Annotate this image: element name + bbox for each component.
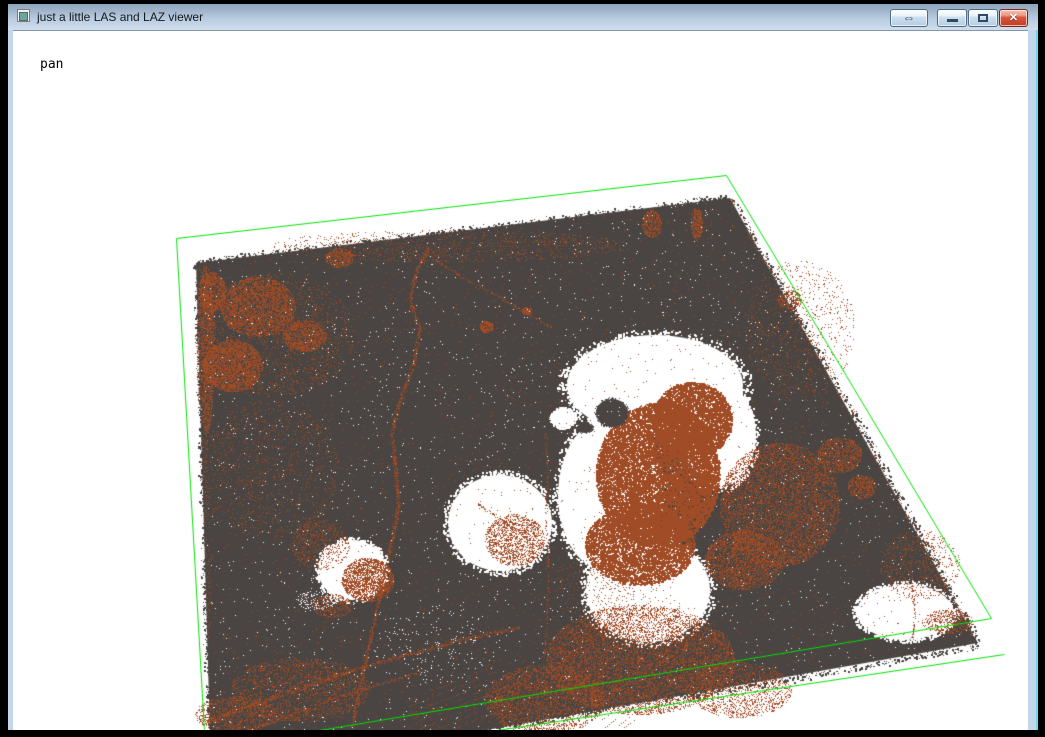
viewer-client-area: pan (13, 31, 1028, 730)
resize-toggle-button[interactable]: ⇔ (890, 9, 928, 27)
app-icon-glyph (19, 12, 28, 21)
close-icon: ✕ (1009, 12, 1018, 24)
mode-label: pan (40, 57, 63, 72)
point-cloud-viewport[interactable] (13, 31, 1028, 730)
minimize-icon (947, 19, 958, 22)
title-bar[interactable]: just a little LAS and LAZ viewer ⇔ ✕ (8, 4, 1038, 31)
screenshot-frame: { "window": { "title": "just a little LA… (0, 0, 1045, 737)
maximize-button[interactable] (968, 9, 998, 27)
window-border-right (1028, 30, 1036, 730)
maximize-icon (978, 14, 988, 22)
window-border-right-glow (1036, 30, 1038, 730)
double-arrow-icon: ⇔ (903, 10, 916, 25)
close-button[interactable]: ✕ (999, 9, 1028, 27)
minimize-button[interactable] (937, 9, 967, 27)
app-icon[interactable] (17, 9, 30, 22)
window-title: just a little LAS and LAZ viewer (37, 4, 203, 30)
